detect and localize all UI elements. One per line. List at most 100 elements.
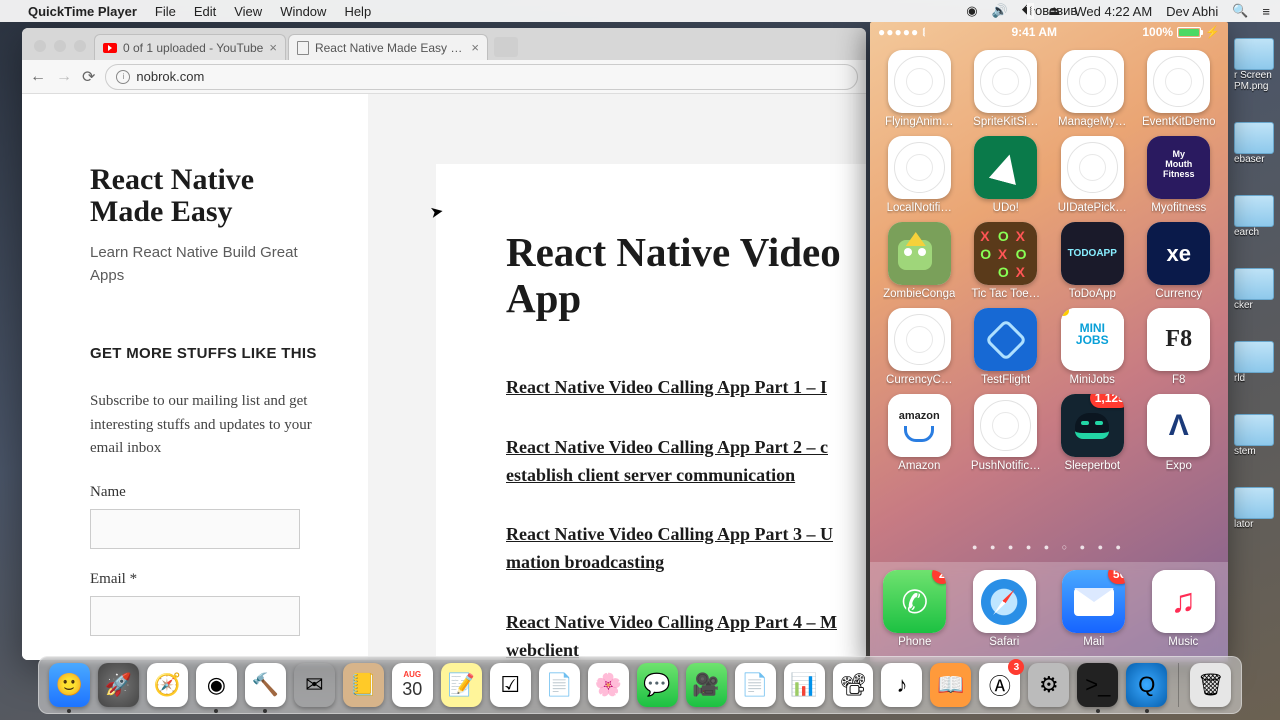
dock-safari[interactable]: 🧭	[147, 663, 188, 707]
ios-app-flyinganim[interactable]: FlyingAnim…	[878, 50, 961, 134]
app-tile[interactable]	[974, 136, 1037, 199]
app-tile[interactable]	[1061, 50, 1124, 113]
back-button[interactable]: ←	[30, 68, 46, 86]
close-tab-icon[interactable]: ×	[471, 40, 479, 55]
app-tile[interactable]	[1147, 50, 1210, 113]
ios-app-f8[interactable]: F8F8	[1138, 308, 1221, 392]
address-bar[interactable]: i nobrok.com	[105, 64, 858, 90]
article-link[interactable]: React Native Video Calling App Part 4 – …	[506, 609, 866, 660]
site-title[interactable]: React Native Made Easy	[90, 164, 322, 229]
ios-app-testflight[interactable]: TestFlight	[965, 308, 1048, 392]
site-info-icon[interactable]: i	[116, 70, 130, 84]
desktop-folder-icon[interactable]	[1234, 341, 1274, 373]
ios-app-tictactoe[interactable]: XOXOXOOXTic Tac Toe…	[965, 222, 1048, 306]
menu-view[interactable]: View	[234, 4, 262, 19]
app-tile[interactable]	[1061, 136, 1124, 199]
ios-app-pushnotific[interactable]: PushNotific…	[965, 394, 1048, 478]
app-tile[interactable]	[888, 308, 951, 371]
menubar-user[interactable]: Dev Abhi	[1166, 4, 1218, 19]
dock-ibooks[interactable]: 📖	[930, 663, 971, 707]
dock-notes[interactable]: 📝	[441, 663, 482, 707]
ios-app-myofitness[interactable]: MyMouthFitnessMyofitness	[1138, 136, 1221, 220]
email-input[interactable]	[90, 596, 300, 636]
app-tile[interactable]: 50	[1062, 570, 1125, 633]
dock-cal[interactable]: AUG30	[392, 663, 433, 707]
app-tile[interactable]: F8	[1147, 308, 1210, 371]
app-tile[interactable]: MINIJOBS	[1061, 308, 1124, 371]
ios-app-zombieconga[interactable]: ZombieConga	[878, 222, 961, 306]
menubar-app-name[interactable]: QuickTime Player	[28, 4, 137, 19]
app-tile[interactable]	[973, 570, 1036, 633]
desktop-folder-icon[interactable]	[1234, 268, 1274, 300]
ios-app-expo[interactable]: ΛExpo	[1138, 394, 1221, 478]
dock-live[interactable]: 📄	[539, 663, 580, 707]
dock-xcode[interactable]: 🔨	[245, 663, 286, 707]
dock-finder[interactable]: 🙂	[49, 663, 90, 707]
dock-itunes[interactable]: ♪	[881, 663, 922, 707]
app-tile[interactable]: MyMouthFitness	[1147, 136, 1210, 199]
menu-file[interactable]: File	[155, 4, 176, 19]
dock-photos[interactable]: 🌸	[588, 663, 629, 707]
menu-help[interactable]: Help	[344, 4, 371, 19]
menubar-clock[interactable]: Wed 4:22 AM	[1074, 4, 1152, 19]
article-link[interactable]: React Native Video Calling App Part 2 – …	[506, 434, 866, 490]
dock-mail1[interactable]: ✉	[294, 663, 335, 707]
tab-youtube[interactable]: 0 of 1 uploaded - YouTube ×	[94, 34, 286, 60]
app-tile[interactable]: ✆2	[883, 570, 946, 633]
dock-contacts[interactable]: 📒	[343, 663, 384, 707]
article-link[interactable]: React Native Video Calling App Part 3 – …	[506, 521, 866, 577]
ios-app-minijobs[interactable]: MINIJOBSMiniJobs	[1051, 308, 1134, 392]
ios-app-localnotifi[interactable]: LocalNotifi…	[878, 136, 961, 220]
app-tile[interactable]: xe	[1147, 222, 1210, 285]
spotlight-icon[interactable]: 🔍	[1232, 3, 1248, 19]
desktop-file-icon[interactable]	[1234, 38, 1274, 70]
app-tile[interactable]: TODOAPP	[1061, 222, 1124, 285]
window-traffic-lights[interactable]	[30, 40, 94, 60]
dock-qt[interactable]: Q	[1126, 663, 1167, 707]
ios-dock-music[interactable]: ♫Music	[1152, 570, 1215, 654]
notification-center-icon[interactable]: ≡	[1262, 4, 1270, 19]
ios-app-sleeperbot[interactable]: 1,125Sleeperbot	[1051, 394, 1134, 478]
desktop-folder-icon[interactable]	[1234, 414, 1274, 446]
record-status-icon[interactable]: ◉	[966, 3, 977, 19]
app-tile[interactable]	[888, 50, 951, 113]
dock-num[interactable]: 📊	[784, 663, 825, 707]
dock-key[interactable]: 📽	[833, 663, 874, 707]
dock-pages[interactable]: 📄	[735, 663, 776, 707]
ios-app-spritekitsi[interactable]: SpriteKitSi…	[965, 50, 1048, 134]
article-link[interactable]: React Native Video Calling App Part 1 – …	[506, 374, 866, 402]
name-input[interactable]	[90, 509, 300, 549]
app-tile[interactable]: XOXOXOOX	[974, 222, 1037, 285]
desktop-folder-icon[interactable]	[1234, 195, 1274, 227]
dock-term[interactable]: >_	[1077, 663, 1118, 707]
ios-app-todoapp[interactable]: TODOAPPToDoApp	[1051, 222, 1134, 306]
ios-app-managemy[interactable]: ManageMy…	[1051, 50, 1134, 134]
reload-button[interactable]: ⟳	[82, 67, 95, 87]
app-tile[interactable]	[974, 394, 1037, 457]
ios-dock-phone[interactable]: ✆2Phone	[883, 570, 946, 654]
ios-app-eventkitdemo[interactable]: EventKitDemo	[1138, 50, 1221, 134]
ios-dock-safari[interactable]: Safari	[973, 570, 1036, 654]
app-tile[interactable]	[974, 308, 1037, 371]
app-tile[interactable]: ♫	[1152, 570, 1215, 633]
close-tab-icon[interactable]: ×	[269, 40, 277, 55]
new-tab-button[interactable]	[494, 37, 518, 57]
volume-icon[interactable]: 🔊	[992, 3, 1008, 19]
menu-edit[interactable]: Edit	[194, 4, 216, 19]
app-tile[interactable]	[888, 136, 951, 199]
wifi-icon-real[interactable]: ⧙	[1027, 3, 1034, 19]
ios-app-currency[interactable]: xeCurrency	[1138, 222, 1221, 306]
dock-pref[interactable]: ⚙	[1028, 663, 1069, 707]
dock-msg[interactable]: 💬	[637, 663, 678, 707]
page-indicator[interactable]: ● ● ● ● ● ○ ● ● ●	[870, 542, 1228, 552]
dock-appstore[interactable]: Ⓐ3	[979, 663, 1020, 707]
ios-app-currencyc[interactable]: CurrencyC…	[878, 308, 961, 392]
dock-ft[interactable]: 🎥	[686, 663, 727, 707]
ios-app-udo[interactable]: UDo!	[965, 136, 1048, 220]
ios-app-uidatepick[interactable]: UIDatePick…	[1051, 136, 1134, 220]
dock-trash[interactable]: 🗑	[1190, 663, 1231, 707]
app-tile[interactable]: Λ	[1147, 394, 1210, 457]
app-tile[interactable]: amazon	[888, 394, 951, 457]
desktop-folder-icon[interactable]	[1234, 122, 1274, 154]
menu-window[interactable]: Window	[280, 4, 326, 19]
